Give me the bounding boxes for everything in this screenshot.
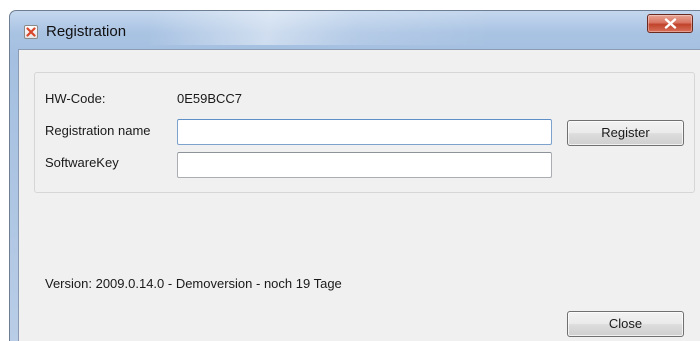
software-key-label: SoftwareKey [45, 155, 119, 170]
registration-name-input[interactable] [177, 119, 552, 145]
title-bar[interactable]: Registration [10, 11, 700, 45]
window-close-button[interactable] [647, 14, 693, 33]
hw-code-value: 0E59BCC7 [177, 91, 243, 106]
close-icon [664, 18, 677, 29]
registration-window: Registration HW-Code: 0E59BCC7 Registrat… [9, 10, 700, 341]
software-key-input[interactable] [177, 152, 552, 178]
app-x-icon [24, 25, 38, 39]
window-title: Registration [46, 23, 127, 40]
register-button[interactable]: Register [567, 120, 684, 146]
client-area: HW-Code: 0E59BCC7 Registration name Regi… [18, 49, 700, 341]
close-button[interactable]: Close [567, 311, 684, 337]
version-status-text: Version: 2009.0.14.0 - Demoversion - noc… [45, 276, 342, 291]
registration-group: HW-Code: 0E59BCC7 Registration name Regi… [34, 72, 695, 193]
registration-name-label: Registration name [45, 123, 151, 138]
hw-code-label: HW-Code: [45, 91, 106, 106]
